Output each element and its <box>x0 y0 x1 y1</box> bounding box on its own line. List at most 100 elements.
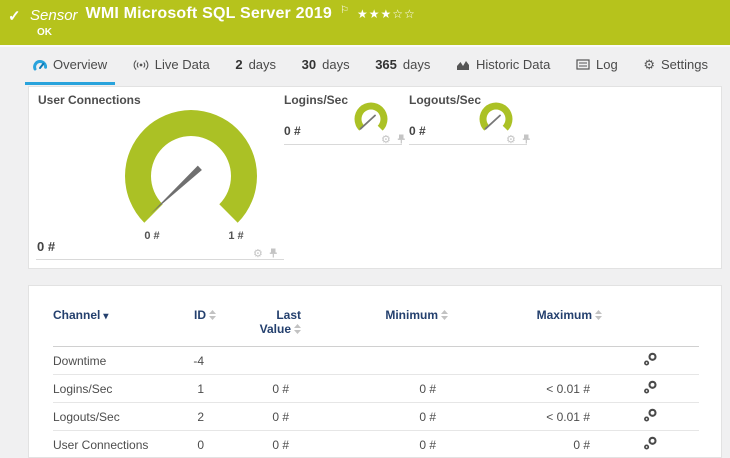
gauge-scale-min: 0 # <box>144 230 160 242</box>
tab-live-data-label: Live Data <box>154 57 210 72</box>
tab-2-days[interactable]: 2 days <box>227 47 284 85</box>
tab-overview[interactable]: Overview <box>25 47 116 85</box>
tab-log[interactable]: Log <box>568 47 626 85</box>
edit-channel-gears-icon[interactable] <box>643 380 658 398</box>
tab-settings[interactable]: ⚙ Settings <box>635 47 716 85</box>
table-row: Logouts/Sec 2 0 # 0 # < 0.01 # <box>53 402 699 431</box>
channel-last-value: 0 # <box>216 430 301 458</box>
channel-maximum: 0 # <box>448 430 602 458</box>
table-row: Logins/Sec 1 0 # 0 # < 0.01 # <box>53 374 699 403</box>
channel-gear-icon[interactable]: ⚙ <box>253 248 263 260</box>
gauge-logins-value: 0 # <box>284 124 301 138</box>
sort-icon <box>441 309 448 323</box>
channels-panel: Channel▾ ID Last Value Minimum Maximum <box>28 285 722 458</box>
channel-maximum: < 0.01 # <box>448 374 602 403</box>
channel-minimum: 0 # <box>301 430 448 458</box>
edit-channel-gears-icon[interactable] <box>643 352 658 370</box>
priority-stars[interactable]: ★★★☆☆ <box>357 7 416 21</box>
user-connections-gauge <box>125 110 257 223</box>
sort-desc-icon: ▾ <box>103 311 109 322</box>
table-row: Downtime -4 <box>53 346 699 375</box>
tab-365-days[interactable]: 365 days <box>367 47 438 85</box>
channels-table: Channel▾ ID Last Value Minimum Maximum <box>53 308 699 458</box>
channel-maximum <box>448 346 602 375</box>
column-header-value-label: Value <box>259 322 291 336</box>
column-header-channel[interactable]: Channel ▾ <box>53 308 171 347</box>
column-header-id[interactable]: ID <box>171 308 216 347</box>
gauge-needle <box>359 114 376 130</box>
column-header-last-value[interactable]: Last Value <box>216 308 301 347</box>
logins-gauge <box>354 102 388 131</box>
channel-id: -4 <box>171 346 216 375</box>
priority-flag-icon[interactable]: ⚐ <box>340 5 349 16</box>
gauge-scale-max: 1 # <box>228 230 244 242</box>
log-list-icon <box>576 59 590 70</box>
stars-filled[interactable]: ★★★ <box>357 7 392 21</box>
column-header-minimum[interactable]: Minimum <box>301 308 448 347</box>
tab-overview-label: Overview <box>53 57 108 72</box>
channel-name: Logins/Sec <box>53 374 171 403</box>
stars-empty[interactable]: ☆☆ <box>392 7 416 21</box>
channel-minimum <box>301 346 448 375</box>
gauge-icon <box>33 59 47 71</box>
tab-30-days-label: days <box>322 57 350 72</box>
column-header-maximum-label: Maximum <box>536 308 592 322</box>
sensor-header: ✓ Sensor WMI Microsoft SQL Server 2019 ⚐… <box>0 0 730 45</box>
area-chart-icon <box>456 59 470 71</box>
channel-minimum: 0 # <box>301 374 448 403</box>
gauges-panel: User Connections 0 # 1 # 0 # ⚙ Logins/Se… <box>28 86 722 269</box>
table-row: User Connections 0 0 # 0 # 0 # <box>53 430 699 458</box>
column-header-maximum[interactable]: Maximum <box>448 308 602 347</box>
tab-bar: Overview Live Data 2 days 30 days 365 da… <box>0 45 730 85</box>
live-signal-icon <box>133 59 149 71</box>
status-ok-check-icon: ✓ <box>8 8 21 25</box>
gauge-logouts-value: 0 # <box>409 124 426 138</box>
gauge-logins-title: Logins/Sec <box>284 93 349 107</box>
channel-id: 1 <box>171 374 216 403</box>
pin-icon[interactable] <box>396 131 406 149</box>
channel-name: Logouts/Sec <box>53 402 171 431</box>
channel-last-value: 0 # <box>216 402 301 431</box>
column-header-minimum-label: Minimum <box>385 308 438 322</box>
edit-channel-gears-icon[interactable] <box>643 408 658 426</box>
channel-id: 0 <box>171 430 216 458</box>
channel-name: Downtime <box>53 346 171 375</box>
pin-icon[interactable] <box>268 245 278 263</box>
sort-icon <box>595 309 602 323</box>
tab-365-days-number: 365 <box>375 57 397 72</box>
tab-live-data[interactable]: Live Data <box>125 47 218 85</box>
channel-id: 2 <box>171 402 216 431</box>
tab-30-days[interactable]: 30 days <box>294 47 358 85</box>
tab-2-days-label: days <box>248 57 277 72</box>
edit-channel-gears-icon[interactable] <box>643 436 658 454</box>
gear-icon: ⚙ <box>643 57 655 72</box>
gauge-user-connections-value: 0 # <box>37 239 56 254</box>
channel-last-value: 0 # <box>216 374 301 403</box>
object-kind-label: Sensor <box>30 7 78 24</box>
channel-maximum: < 0.01 # <box>448 402 602 431</box>
logouts-gauge <box>479 102 513 131</box>
tab-historic-data-label: Historic Data <box>475 57 551 72</box>
column-header-id-label: ID <box>194 308 206 322</box>
channel-minimum: 0 # <box>301 402 448 431</box>
sensor-title: WMI Microsoft SQL Server 2019 <box>85 5 333 22</box>
tab-30-days-number: 30 <box>301 57 317 72</box>
tab-2-days-number: 2 <box>235 57 243 72</box>
column-header-last-label: Last <box>276 308 301 322</box>
tab-settings-label: Settings <box>660 57 708 72</box>
table-header-row: Channel ▾ ID Last Value Minimum Maximum <box>53 308 699 347</box>
sort-icon <box>209 309 216 323</box>
sensor-status-badge: OK <box>37 27 52 38</box>
gauge-needle <box>150 165 202 215</box>
channel-name: User Connections <box>53 430 171 458</box>
gauge-needle <box>484 114 501 130</box>
column-header-channel-label: Channel <box>53 308 101 322</box>
column-header-edit <box>602 308 699 347</box>
gauge-logouts-title: Logouts/Sec <box>409 93 482 107</box>
pin-icon[interactable] <box>521 131 531 149</box>
tab-365-days-label: days <box>402 57 431 72</box>
tab-log-label: Log <box>596 57 618 72</box>
channel-last-value <box>216 346 301 375</box>
tab-historic-data[interactable]: Historic Data <box>448 47 558 85</box>
sort-icon <box>294 323 301 337</box>
